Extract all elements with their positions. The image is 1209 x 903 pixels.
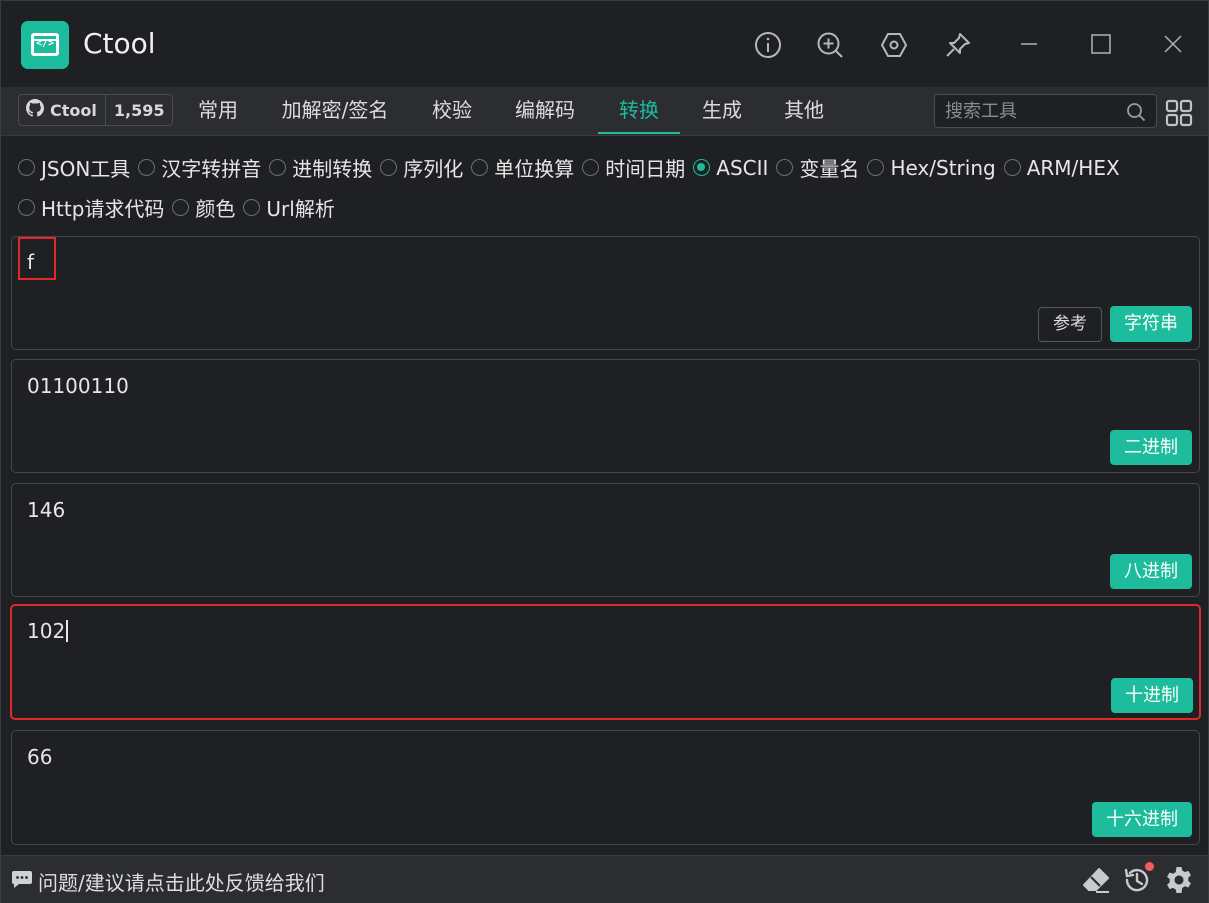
input-highlight-box [18, 237, 56, 280]
app-title: Ctool [83, 27, 156, 60]
tool-option-datetime[interactable]: 时间日期 [582, 153, 685, 182]
tool-option-unit[interactable]: 单位换算 [471, 153, 574, 182]
octal-value: 146 [27, 498, 66, 522]
footer-bar: 问题/建议请点击此处反馈给我们 [1, 855, 1208, 903]
title-bar: </> Ctool [1, 1, 1208, 87]
github-label: Ctool [50, 100, 97, 120]
maximize-icon[interactable] [1090, 33, 1112, 55]
tool-option-http-code[interactable]: Http请求代码 [18, 193, 164, 222]
tool-option-color[interactable]: 颜色 [172, 193, 235, 222]
octal-type-button[interactable]: 八进制 [1110, 554, 1192, 589]
feedback-text: 问题/建议请点击此处反馈给我们 [38, 871, 325, 895]
hex-value: 66 [27, 745, 53, 769]
string-type-button[interactable]: 字符串 [1110, 306, 1192, 342]
hex-panel[interactable]: 66 十六进制 [11, 730, 1200, 845]
string-panel[interactable]: f 参考 字符串 [11, 236, 1200, 350]
tab-crypto-sign[interactable]: 加解密/签名 [269, 87, 401, 134]
string-value: f [27, 250, 35, 274]
radio-icon [380, 159, 398, 176]
radio-icon [172, 199, 190, 216]
app-logo-icon: </> [21, 21, 69, 69]
chat-icon [11, 868, 38, 895]
radio-icon [867, 159, 885, 176]
close-icon[interactable] [1162, 33, 1184, 55]
tab-common[interactable]: 常用 [187, 87, 249, 134]
tool-option-arm-hex[interactable]: ARM/HEX [1003, 156, 1120, 180]
radio-icon [18, 159, 35, 176]
decimal-panel[interactable]: 102 十进制 [10, 604, 1201, 720]
decimal-value: 102 [27, 619, 68, 643]
radio-icon [18, 199, 35, 216]
tool-option-variable-name[interactable]: 变量名 [776, 153, 859, 182]
minimize-icon[interactable] [1018, 33, 1040, 55]
radio-icon [243, 199, 261, 216]
radio-icon [582, 159, 600, 176]
eraser-icon[interactable] [1081, 865, 1111, 895]
octal-panel[interactable]: 146 八进制 [11, 483, 1200, 597]
search-input[interactable] [935, 95, 1140, 127]
zoom-in-icon[interactable] [816, 31, 844, 59]
tab-other[interactable]: 其他 [773, 87, 835, 134]
github-badge[interactable]: Ctool 1,595 [18, 94, 174, 126]
github-icon [26, 99, 50, 121]
radio-icon [138, 159, 156, 176]
tool-option-serialize[interactable]: 序列化 [380, 153, 463, 182]
search-icon[interactable] [1126, 102, 1146, 122]
notification-dot [1145, 862, 1154, 871]
tool-option-base-convert[interactable]: 进制转换 [269, 153, 372, 182]
tool-option-ascii[interactable]: ASCII [693, 156, 768, 180]
radio-icon [471, 159, 489, 176]
category-nav: Ctool 1,595 常用 加解密/签名 校验 编解码 转换 生成 其他 [1, 87, 1208, 136]
radio-icon [269, 159, 287, 176]
radio-icon [776, 159, 794, 176]
history-icon[interactable] [1122, 862, 1154, 895]
binary-value: 01100110 [27, 374, 129, 398]
tool-option-pinyin[interactable]: 汉字转拼音 [138, 153, 261, 182]
tab-convert[interactable]: 转换 [598, 87, 680, 134]
binary-panel[interactable]: 01100110 二进制 [11, 359, 1200, 473]
github-stars: 1,595 [113, 100, 165, 120]
tool-selector-row-1: JSON工具 汉字转拼音 进制转换 序列化 单位换算 时间日期 ASCII 变量… [18, 153, 1128, 182]
hex-type-button[interactable]: 十六进制 [1092, 802, 1192, 837]
app-window: </> Ctool Ctool 1,595 常用 加解密/签名 校验 编解码 转… [0, 0, 1209, 903]
radio-checked-icon [693, 159, 711, 176]
tab-checksum[interactable]: 校验 [421, 87, 483, 134]
radio-icon [1003, 159, 1021, 176]
tool-option-url-parse[interactable]: Url解析 [243, 193, 335, 222]
gear-icon[interactable] [1164, 865, 1194, 895]
tab-generate[interactable]: 生成 [691, 87, 753, 134]
grid-menu-icon[interactable] [1165, 99, 1193, 127]
pin-icon[interactable] [944, 31, 972, 59]
reference-button[interactable]: 参考 [1038, 307, 1102, 342]
hexagon-settings-icon[interactable] [880, 31, 908, 59]
tool-option-json[interactable]: JSON工具 [18, 153, 130, 182]
info-icon[interactable] [754, 31, 782, 59]
feedback-link[interactable]: 问题/建议请点击此处反馈给我们 [11, 867, 325, 896]
tool-option-hex-string[interactable]: Hex/String [867, 156, 996, 180]
search-box [934, 94, 1157, 128]
decimal-type-button[interactable]: 十进制 [1111, 678, 1193, 713]
tool-selector-row-2: Http请求代码 颜色 Url解析 [18, 193, 343, 222]
binary-type-button[interactable]: 二进制 [1110, 430, 1192, 465]
tab-encode-decode[interactable]: 编解码 [503, 87, 587, 134]
